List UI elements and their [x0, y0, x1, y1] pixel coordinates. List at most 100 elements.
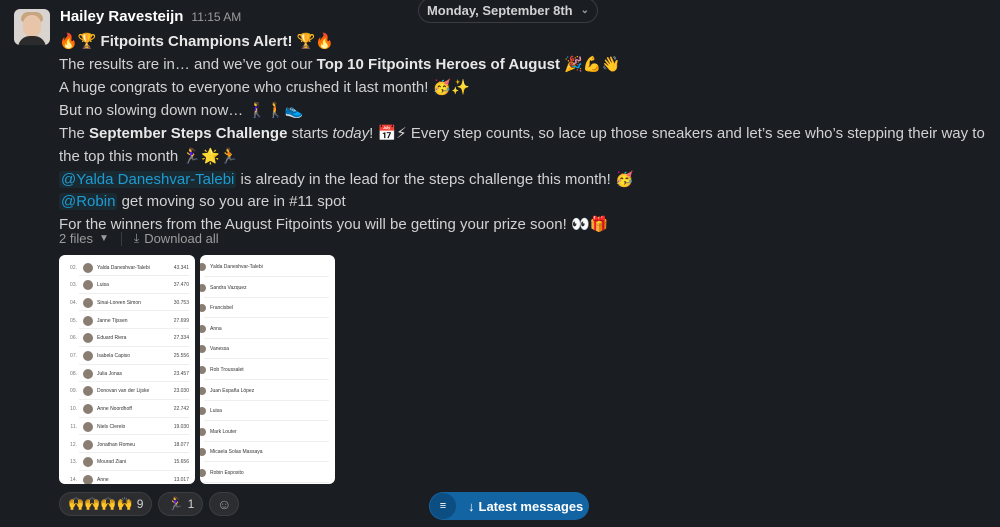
date-label: Monday, September 8th: [426, 3, 573, 18]
latest-messages-button[interactable]: ≡ ↓ Latest messages: [429, 492, 589, 520]
avatar: [83, 474, 93, 484]
reaction-runner[interactable]: 🏃‍♀️ 1: [158, 492, 204, 516]
date-divider[interactable]: Monday, September 8th ⌄: [418, 0, 598, 23]
avatar: [83, 439, 93, 450]
divider: [120, 231, 122, 246]
name: Donovan van der Lijske: [97, 388, 150, 395]
avatar: [83, 421, 93, 432]
rank: 03.: [70, 282, 77, 289]
steps-list-image[interactable]: Yalda Daneshvar-Talebi Sandra Vazquez Fran…: [200, 255, 335, 484]
running-emoji: 🏃‍♀️🌟🏃: [182, 147, 239, 165]
rank: 05.: [70, 317, 77, 324]
avatar: [200, 407, 206, 416]
name: Mark Louter: [210, 428, 237, 435]
avatar: [83, 333, 93, 344]
name: Yalda Daneshvar-Talebi: [210, 264, 263, 270]
text: A huge congrats to everyone who crushed …: [59, 79, 429, 96]
steps-row: Micaela Solas Massaya: [200, 442, 335, 463]
bold-text: September Steps Challenge: [89, 125, 288, 142]
download-icon[interactable]: ⤓: [134, 231, 139, 246]
leaderboard-row: 11. Niels Clerelo 19.030: [59, 418, 195, 436]
avatar[interactable]: [14, 9, 50, 45]
message-line: The results are in… and we’ve got our To…: [59, 53, 994, 76]
name: Jonathan Romeu: [97, 441, 136, 448]
avatar: [200, 448, 206, 457]
name: Sinai-Loreen Simon: [97, 299, 141, 306]
steps-row: Sandra Vazquez: [200, 278, 335, 298]
party-emoji: 🎉💪👋: [564, 55, 621, 73]
text: The results are in… and we’ve got our: [59, 56, 317, 73]
avatar: [83, 404, 93, 415]
download-all-link[interactable]: Download all: [144, 231, 218, 246]
points: 22.742: [173, 406, 189, 413]
name: Luisa: [97, 282, 109, 289]
points: 27.699: [173, 317, 189, 324]
name: Vanessa: [210, 346, 230, 353]
add-reaction-button[interactable]: ☺: [209, 492, 240, 516]
leaderboard-row: 07. Isabela Capiso 25.556: [59, 348, 195, 365]
avatar: [200, 283, 206, 292]
name: Mourad Ziani: [97, 459, 127, 466]
timestamp[interactable]: 11:15 AM: [191, 10, 241, 24]
points: 30.753: [173, 299, 189, 306]
avatar: [200, 345, 206, 354]
files-count[interactable]: 2 files: [59, 231, 93, 246]
mention-yalda[interactable]: @Yalda Daneshvar-Talebi: [59, 171, 237, 188]
celebrate-emoji: 🥳✨: [432, 78, 470, 96]
calendar-emoji: 📅⚡: [377, 124, 407, 142]
runner-icon: 🏃‍♀️: [167, 496, 184, 512]
add-emoji-icon: ☺: [217, 496, 232, 512]
points: 19.030: [173, 423, 189, 430]
steps-row: Luisa: [200, 401, 335, 422]
mention-robin[interactable]: @Robin: [59, 193, 118, 210]
leaderboard-row: 08. Julia Jonas 23.457: [59, 365, 195, 383]
avatar: [200, 263, 206, 271]
avatar: [83, 386, 93, 397]
avatar: [83, 368, 93, 379]
reaction-count: 9: [136, 497, 144, 511]
points: 37.470: [173, 282, 189, 289]
leaderboard-row: 05. Janne Tijssen 27.699: [59, 312, 195, 330]
steps-row: Rob Troussalet: [200, 360, 335, 380]
avatar: [83, 297, 93, 308]
text: But no slowing down now…: [59, 102, 244, 119]
name: Juan España López: [210, 387, 255, 394]
leaderboard-row: 13. Mourad Ziani 15.656: [59, 454, 195, 471]
name: Janne Tijssen: [97, 317, 128, 324]
reaction-raised-hands[interactable]: 🙌🙌🙌🙌 9: [59, 492, 153, 516]
text: get moving so you are in #11 spot: [117, 193, 346, 210]
sender-name[interactable]: Hailey Ravesteijn: [60, 8, 183, 25]
eyes-gift-emoji: 👀🎁: [570, 215, 609, 233]
chevron-down-icon: ⌄: [580, 5, 590, 16]
points: 23.030: [173, 388, 189, 395]
party-face-emoji: 🥳: [614, 170, 634, 188]
rank: 06.: [70, 335, 77, 342]
trophy-fire-emoji: 🏆🔥: [296, 32, 335, 50]
leaderboard-image[interactable]: 02. Yalda Daneshvar-Talebi 43.341 03. Luisa 3…: [59, 255, 195, 484]
steps-row: Yalda Daneshvar-Talebi: [200, 257, 335, 277]
message-line: @Robin get moving so you are in #11 spot: [59, 191, 994, 213]
steps-row: Mark Louter: [200, 422, 335, 442]
text: The: [59, 125, 90, 142]
reactions: 🙌🙌🙌🙌 9 🏃‍♀️ 1 ☺: [59, 492, 240, 516]
text: is already in the lead for the steps cha…: [236, 171, 611, 188]
rank: 10.: [70, 406, 77, 413]
name: Anne: [97, 476, 109, 483]
text: starts: [287, 125, 333, 142]
name: Anne Noordhoff: [97, 406, 132, 413]
caret-down-icon[interactable]: ▼: [99, 233, 109, 244]
points: 23.457: [173, 370, 189, 377]
avatar: [200, 386, 206, 395]
steps-row: Vanessa: [200, 339, 335, 360]
name: Niels Clerelo: [97, 423, 126, 430]
message-line: But no slowing down now… 🚶‍♀️🚶👟: [59, 99, 994, 122]
name: Julia Jonas: [97, 370, 123, 377]
message-body: 🔥🏆 Fitpoints Champions Alert! 🏆🔥 The res…: [59, 30, 994, 236]
leaderboard-row: 06. Eduard Riera 27.334: [59, 330, 195, 347]
name: Micaela Solas Massaya: [210, 449, 263, 456]
files-bar: 2 files ▼ ⤓ Download all: [59, 231, 219, 246]
points: 27.334: [173, 335, 189, 342]
message-header: Hailey Ravesteijn 11:15 AM: [60, 8, 241, 25]
avatar: [83, 262, 93, 273]
rank: 07.: [70, 353, 77, 359]
